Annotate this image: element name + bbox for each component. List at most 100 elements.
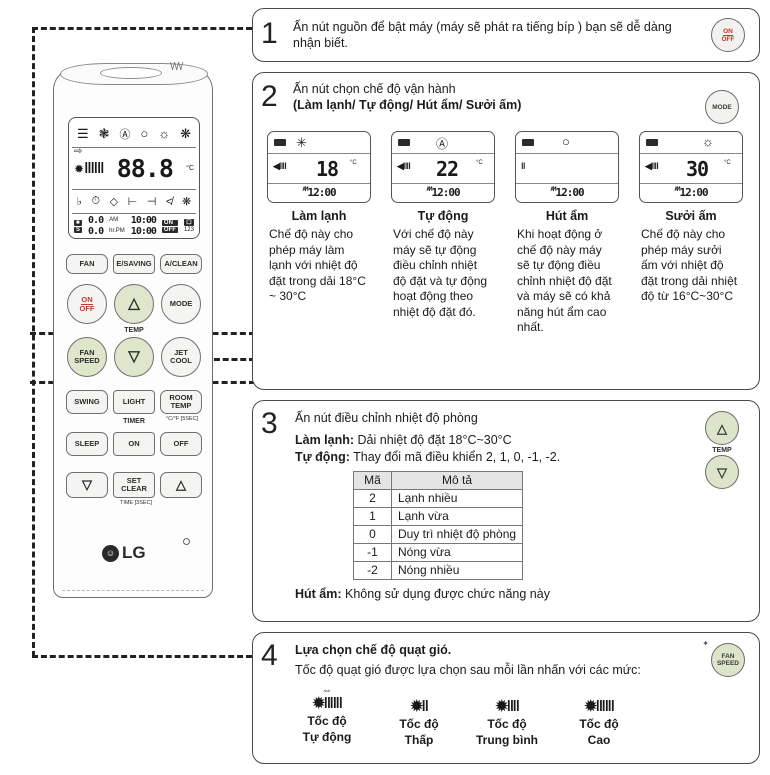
step-3-panel: 3 Ấn nút điều chỉnh nhiệt độ phòng Làm l… — [252, 400, 760, 622]
off-label: OFF — [721, 35, 735, 43]
temp-down-button[interactable]: ▽ — [705, 455, 739, 489]
droplet-icon: ○ — [562, 134, 570, 149]
step-3-number: 3 — [261, 407, 278, 440]
sleep-button[interactable]: SLEEP — [66, 432, 108, 456]
on-off-button[interactable]: ON OFF — [67, 284, 107, 324]
fan-speed-medium: ✹‖‖ Tốc độ Trung bình — [461, 685, 553, 747]
lg-logo-circle: ☺ — [102, 544, 119, 562]
lcd-count-label: 123 — [183, 227, 194, 233]
code-cell: 1 — [353, 507, 392, 526]
table-row: 0 Duy trì nhiệt độ phòng — [353, 525, 524, 544]
mode-desc-dry: Khi hoạt động ở chế độ này máy sẽ tự độn… — [517, 227, 612, 334]
ir-receiver-dot — [183, 538, 190, 545]
fan-bars-icon: ‖‖‖ — [84, 159, 104, 177]
mode-card-heat: ☼ ◀‖‖ 30 °C AM12:00 — [639, 131, 743, 203]
temp-down-icon: ▽ — [717, 464, 727, 480]
step-3-cool-line: Làm lạnh: Dải nhiệt độ đặt 18°C~30°C — [295, 433, 512, 449]
fan-speed-low-icon: ✹‖ — [410, 698, 429, 715]
header-code: Mã — [353, 471, 392, 490]
step-2-panel: 2 Ấn nút chọn chế độ vận hành (Làm lạnh/… — [252, 72, 760, 390]
plasma-icon: ◇ — [109, 196, 119, 208]
temp-up-icon: △ — [128, 295, 140, 312]
sparkle-icon: ✦ — [702, 639, 709, 648]
room-temp-button[interactable]: ROOM TEMP — [160, 390, 202, 414]
signal-icon: ☰ — [76, 125, 89, 141]
mode-card-auto-top: Ⓐ — [392, 132, 494, 154]
fan-speed-medium-icon: ✹‖‖ — [495, 698, 521, 715]
mode-desc-heat: Chế độ này cho phép máy sưởi ấm với nhiệ… — [641, 227, 738, 303]
remote-control: \/\/\/ ☰ ❃ Ⓐ ○ ☼ ❋ ⇨ ✹‖‖‖ 88.8 °C ♭ ⏱ ◇ … — [53, 61, 213, 598]
auto-clean-button[interactable]: A/CLEAN — [160, 254, 202, 274]
temp-down-button[interactable]: ▽ — [114, 337, 154, 377]
sun-icon: ☼ — [158, 126, 171, 141]
timer-on-button[interactable]: ON — [113, 432, 155, 456]
mode-card-heat-bot: AM12:00 — [640, 184, 742, 202]
mode-desc-auto: Với chế độ này máy sẽ tự động điều chỉnh… — [393, 227, 488, 319]
jet-cool-button[interactable]: JET COOL — [161, 337, 201, 377]
fan-speed-medium-label2: Trung bình — [476, 733, 538, 747]
fan-speed-high-label1: Tốc độ — [579, 717, 619, 731]
remote-bottom-divider — [62, 590, 204, 591]
dash-top — [32, 27, 252, 30]
mode-card-dry-top: ○ — [516, 132, 618, 154]
lcd-on-badge: ON — [161, 219, 178, 226]
step-2-title-line2: (Làm lạnh/ Tự động/ Hút ẩm/ Sưởi ấm) — [293, 98, 522, 112]
remote-top-inner-ring — [100, 67, 162, 79]
mode-card-auto-mid: ◀‖‖ 22 °C — [392, 154, 494, 184]
fan-speed-low-label2: Thấp — [404, 733, 434, 747]
time-down-button[interactable]: ▽ — [66, 472, 108, 498]
ai-icon: Ⓐ — [119, 128, 131, 141]
light-button[interactable]: LIGHT — [113, 390, 155, 414]
lcd-hr-pm-label: hr.PM — [109, 228, 125, 234]
temp-up-button[interactable]: △ — [705, 411, 739, 445]
mode-card-cool-mid: ◀‖‖ 18 °C — [268, 154, 370, 184]
mode-card-cool-temp: 18 — [316, 157, 339, 181]
fan-speed-button[interactable]: FAN SPEED — [67, 337, 107, 377]
step-3-auto-bold: Tự động: — [295, 450, 350, 464]
time-up-icon: △ — [176, 477, 186, 492]
desc-cell: Nóng vừa — [390, 543, 524, 562]
time-up-button[interactable]: △ — [160, 472, 202, 498]
timer-off-button[interactable]: OFF — [160, 432, 202, 456]
mode-card-heat-top: ☼ — [640, 132, 742, 154]
mode-button-label: MODE — [712, 103, 732, 111]
fan-button-label: FAN — [79, 259, 95, 268]
mode-button[interactable]: MODE — [161, 284, 201, 324]
table-header-row: Mã Mô tả — [353, 471, 524, 490]
timer-icon: ⏱ — [91, 195, 101, 207]
mode-title-auto: Tự động — [417, 209, 469, 223]
step-3-auto-rest: Thay đổi mã điều khiển 2, 1, 0, -1, -2. — [349, 450, 561, 464]
auto-clean-button-label: A/CLEAN — [164, 259, 198, 268]
mode-card-heat-time: AM12:00 — [674, 186, 708, 199]
desc-cell: Lạnh vừa — [390, 507, 524, 526]
code-cell: 2 — [353, 489, 392, 508]
fan-button[interactable]: FAN — [66, 254, 108, 274]
lcd-icon-badge-top: ■ — [74, 219, 83, 226]
temp-up-button[interactable]: △ — [114, 284, 154, 324]
temp-down-icon: ▽ — [128, 348, 140, 365]
room-temp-sublabel: °C/°F [5SEC] — [165, 416, 199, 422]
table-row: -2 Nóng nhiều — [353, 561, 524, 580]
mode-title-cool: Làm lạnh — [291, 209, 347, 223]
fan-bars-icon: ◀‖‖ — [397, 161, 411, 171]
light-button-label: LIGHT — [122, 397, 146, 406]
on-off-button[interactable]: ON OFF — [711, 18, 745, 52]
mode-card-heat-temp: 30 — [686, 157, 709, 181]
set-clear-button[interactable]: SET CLEAR — [113, 472, 155, 498]
mode-card-auto-time: AM12:00 — [426, 186, 460, 199]
ai-icon: Ⓐ — [436, 137, 449, 151]
energy-saving-button[interactable]: E/SAVING — [113, 254, 155, 274]
fan-bars-icon: ◀‖‖ — [273, 161, 287, 171]
mode-card-heat-unit: °C — [724, 160, 731, 166]
table-row: 1 Lạnh vừa — [353, 507, 524, 526]
on-label: ON — [723, 27, 733, 36]
battery-icon — [522, 139, 534, 146]
fan-speed-button[interactable]: FAN SPEED — [711, 643, 745, 677]
swing-button[interactable]: SWING — [66, 390, 108, 414]
step-3-dry-line: Hút ẩm: Không sử dụng được chức năng này — [295, 587, 550, 603]
off-label: OFF — [79, 303, 95, 313]
mode-button[interactable]: MODE — [705, 90, 739, 124]
lcd-hours-top: 0.0 — [88, 215, 104, 226]
mode-card-heat-mid: ◀‖‖ 30 °C — [640, 154, 742, 184]
